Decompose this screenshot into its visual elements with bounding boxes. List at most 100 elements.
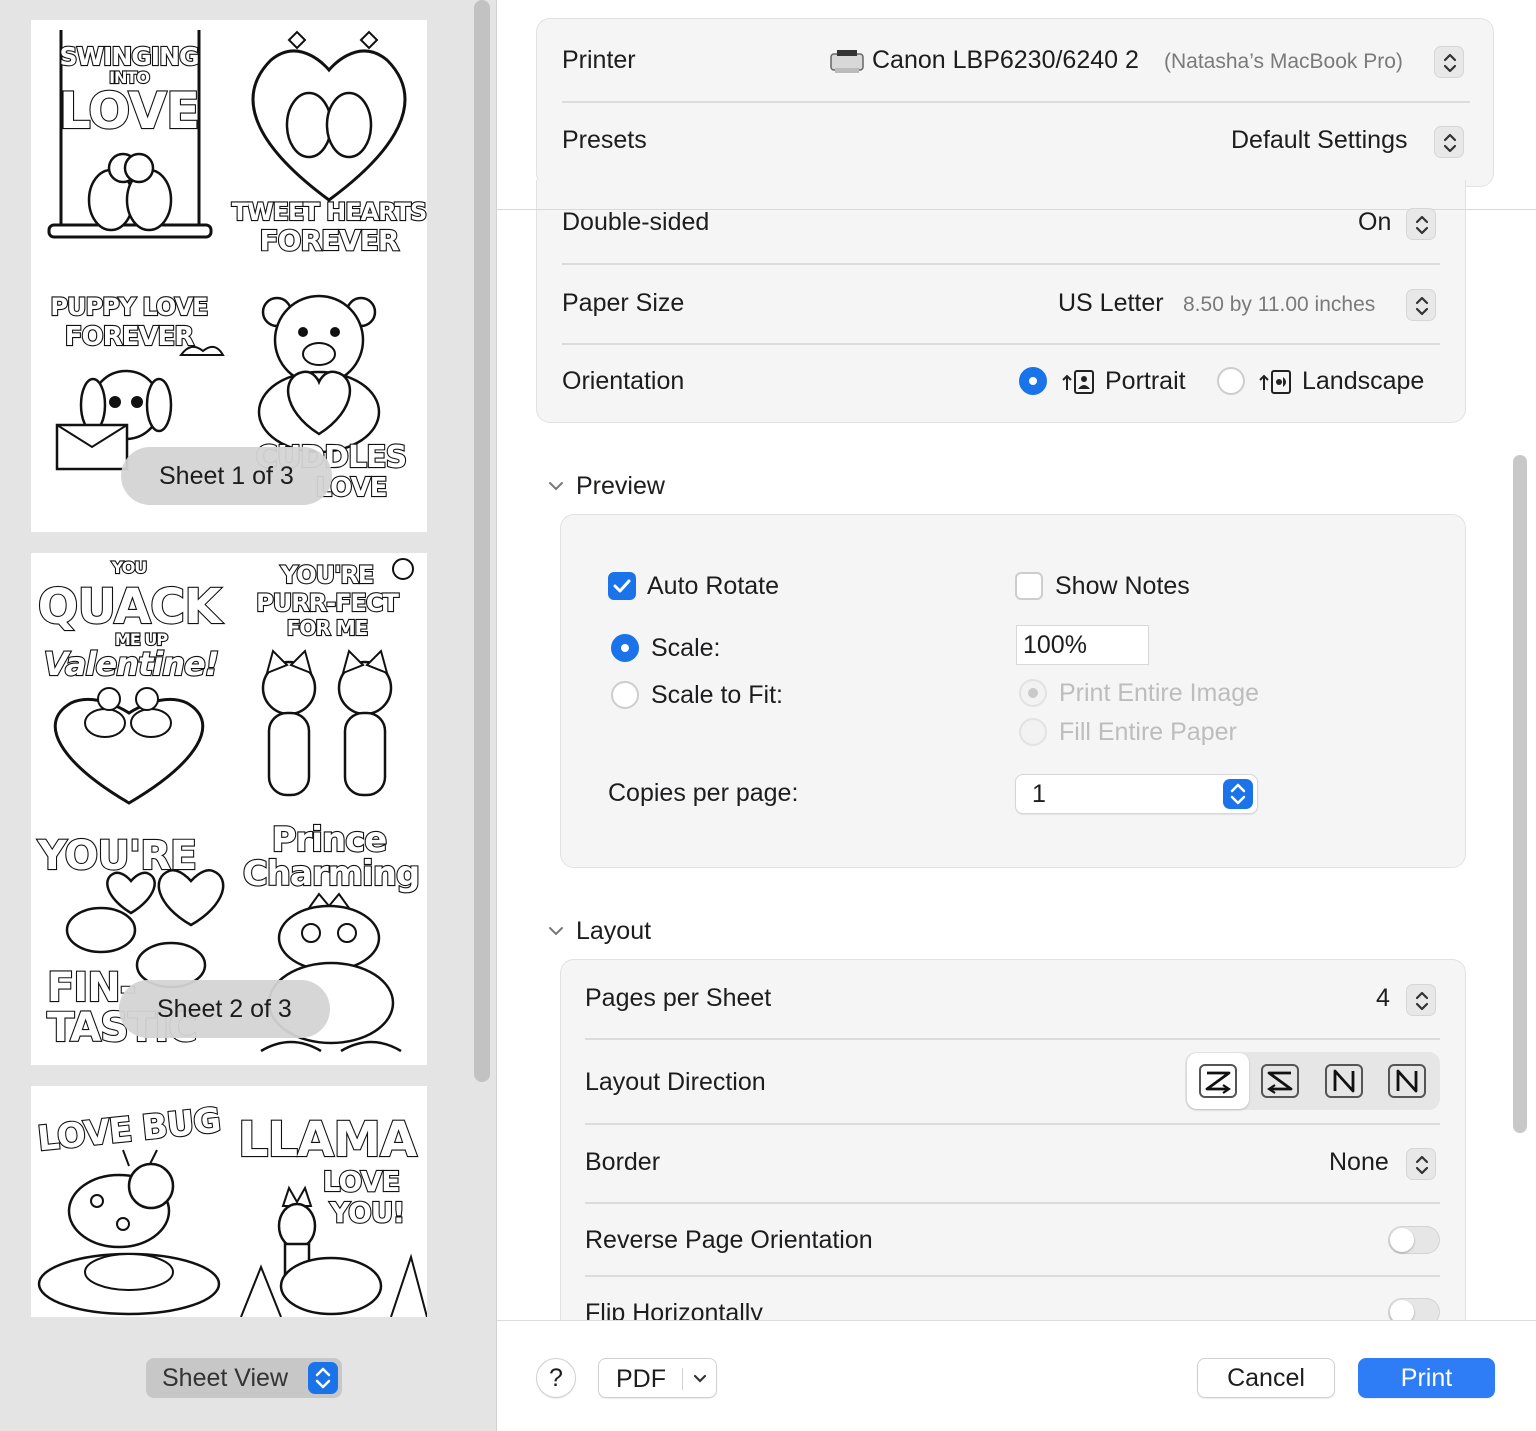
pdf-label: PDF	[616, 1365, 666, 1393]
layout-reverse-n-icon	[1325, 1064, 1363, 1098]
paper-size-label: Paper Size	[562, 289, 685, 317]
scale-label[interactable]: Scale:	[651, 634, 720, 663]
portrait-icon	[1062, 368, 1096, 401]
layout-direction-divider	[585, 1123, 1440, 1125]
scale-to-fit-label[interactable]: Scale to Fit:	[651, 681, 783, 710]
preview-chevron-icon[interactable]	[546, 478, 566, 499]
print-entire-image-radio[interactable]	[1019, 679, 1047, 707]
pdf-menu-button[interactable]: PDF	[598, 1358, 717, 1398]
sheet-3-cell-2-line-2: LOVE	[323, 1165, 400, 1198]
pages-per-sheet-stepper[interactable]	[1406, 984, 1436, 1016]
pages-per-sheet-divider	[585, 1038, 1440, 1040]
paper-size-divider	[562, 343, 1440, 345]
copies-stepper-icon	[1223, 779, 1253, 809]
double-sided-value[interactable]: On	[1358, 208, 1391, 237]
show-notes-label[interactable]: Show Notes	[1055, 572, 1190, 601]
layout-direction-label: Layout Direction	[585, 1068, 766, 1096]
chevron-down-icon	[691, 1369, 709, 1392]
sheet-1-cell-2-line-2: FOREVER	[260, 224, 399, 257]
copies-per-page-label: Copies per page:	[608, 779, 799, 807]
settings-scrollbar[interactable]	[1513, 455, 1527, 1133]
border-divider	[585, 1202, 1440, 1204]
landscape-label[interactable]: Landscape	[1302, 367, 1424, 396]
sheet-2-cell-1-line-1: YOU	[111, 558, 147, 577]
layout-direction-s-button[interactable]	[1249, 1053, 1311, 1109]
double-sided-divider	[562, 263, 1440, 265]
sheet-2-cell-2-line-3: FOR ME	[287, 616, 368, 640]
sheet-1-badge: Sheet 1 of 3	[121, 447, 332, 505]
sheet-view-label: Sheet View	[162, 1364, 289, 1392]
sheet-1-cell-1-line-1: SWINGING	[59, 42, 198, 71]
presets-value[interactable]: Default Settings	[1231, 126, 1408, 155]
layout-z-icon	[1199, 1064, 1237, 1098]
double-sided-label: Double-sided	[562, 208, 710, 236]
presets-label: Presets	[562, 126, 647, 154]
paper-size-value[interactable]: US Letter	[1058, 289, 1164, 318]
double-sided-stepper[interactable]	[1406, 208, 1436, 240]
copies-per-page-value: 1	[1032, 780, 1046, 808]
printer-icon	[830, 48, 864, 81]
portrait-label[interactable]: Portrait	[1105, 367, 1186, 396]
layout-reverse-z-icon	[1261, 1064, 1299, 1098]
printer-select-stepper[interactable]	[1434, 46, 1464, 78]
sheet-2-cell-2-line-2: PURR-FECT	[256, 589, 399, 617]
preview-section-title[interactable]: Preview	[576, 472, 665, 501]
sheet-2-cell-4-line-2: Charming	[243, 854, 420, 894]
copies-per-page-select[interactable]: 1	[1015, 774, 1258, 814]
layout-section-title[interactable]: Layout	[576, 917, 651, 946]
layout-direction-n-reverse-button[interactable]	[1313, 1053, 1375, 1109]
auto-rotate-checkbox[interactable]	[608, 572, 636, 600]
reverse-page-orientation-label: Reverse Page Orientation	[585, 1226, 873, 1254]
sheet-view-select[interactable]: Sheet View	[146, 1358, 342, 1398]
landscape-icon	[1259, 368, 1293, 401]
sheet-thumbnail-3[interactable]: LOVE BUG LLAMA LOVE YOU!	[31, 1086, 427, 1317]
print-button[interactable]: Print	[1358, 1358, 1495, 1398]
cancel-button[interactable]: Cancel	[1197, 1358, 1335, 1398]
orientation-label: Orientation	[562, 367, 685, 395]
sheet-3-cell-2-line-1: LLAMA	[238, 1112, 417, 1168]
print-entire-image-label[interactable]: Print Entire Image	[1059, 679, 1259, 708]
printer-divider	[562, 101, 1470, 103]
reverse-orientation-divider	[585, 1275, 1440, 1277]
border-value[interactable]: None	[1329, 1148, 1389, 1177]
sheet-2-badge: Sheet 2 of 3	[119, 980, 330, 1038]
border-label: Border	[585, 1148, 661, 1176]
scale-radio[interactable]	[611, 634, 639, 662]
layout-direction-n-button[interactable]	[1376, 1053, 1438, 1109]
layout-n-icon	[1388, 1064, 1426, 1098]
sheet-2-cell-1-line-2: QUACK	[38, 579, 224, 635]
sheet-view-stepper-icon	[308, 1362, 338, 1394]
sheet-2-cell-2-line-1: YOU'RE	[280, 561, 374, 589]
pdf-separator	[682, 1368, 683, 1390]
border-stepper[interactable]	[1406, 1148, 1436, 1180]
sheet-2-cell-1-line-4: Valentine!	[44, 645, 219, 683]
pages-per-sheet-label: Pages per Sheet	[585, 984, 772, 1012]
printer-label: Printer	[562, 46, 636, 74]
show-notes-checkbox[interactable]	[1015, 572, 1043, 600]
paper-size-stepper[interactable]	[1406, 289, 1436, 321]
presets-select-stepper[interactable]	[1434, 126, 1464, 158]
reverse-page-orientation-toggle[interactable]	[1388, 1226, 1440, 1254]
thumbnail-sidebar: SWINGING INTO LOVE TWEET HEARTS FOREVER …	[0, 0, 497, 1431]
sheet-3-artwork: LOVE BUG LLAMA LOVE YOU!	[35, 1099, 427, 1317]
portrait-radio[interactable]	[1019, 367, 1047, 395]
scale-to-fit-radio[interactable]	[611, 681, 639, 709]
auto-rotate-label[interactable]: Auto Rotate	[647, 572, 779, 601]
layout-chevron-icon[interactable]	[546, 923, 566, 944]
paper-size-detail: 8.50 by 11.00 inches	[1183, 293, 1376, 316]
layout-direction-z-button[interactable]	[1187, 1053, 1249, 1109]
sheet-1-cell-3-line-2: FOREVER	[65, 322, 195, 352]
scale-input[interactable]: 100%	[1016, 625, 1149, 665]
sheet-1-cell-1-line-3: LOVE	[59, 82, 199, 140]
printer-host: (Natasha’s MacBook Pro)	[1164, 50, 1403, 73]
sheet-3-cell-2-line-3: YOU!	[329, 1196, 405, 1229]
pages-per-sheet-value[interactable]: 4	[1376, 984, 1390, 1013]
help-button[interactable]: ?	[536, 1358, 576, 1398]
sheet-1-cell-3-line-1: PUPPY LOVE	[50, 293, 207, 321]
fill-entire-paper-label[interactable]: Fill Entire Paper	[1059, 718, 1237, 747]
sheet-1-cell-2-line-1: TWEET HEARTS	[232, 198, 426, 226]
fill-entire-paper-radio[interactable]	[1019, 718, 1047, 746]
printer-name[interactable]: Canon LBP6230/6240 2	[872, 46, 1139, 75]
landscape-radio[interactable]	[1217, 367, 1245, 395]
sidebar-scrollbar[interactable]	[474, 0, 490, 1082]
